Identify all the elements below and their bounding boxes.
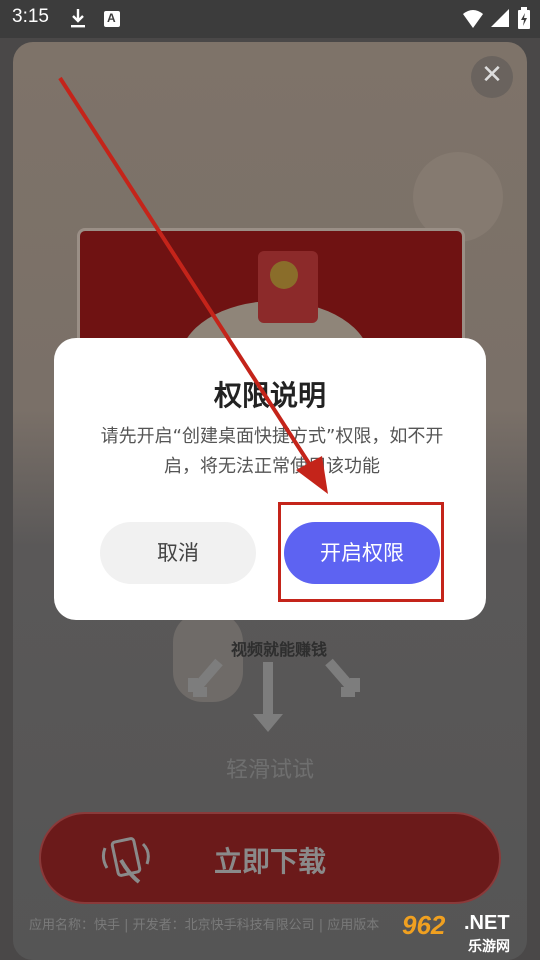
status-bar: 3:15 A [0,0,540,38]
site-watermark: 962 .NET 乐游网 [398,908,538,958]
download-now-label: 立即下载 [213,845,326,878]
watermark-suffix: .NET [464,912,510,934]
annotation-highlight-box [278,502,444,602]
watermark-site: 乐游网 [468,939,510,955]
cancel-button[interactable]: 取消 [100,522,256,584]
dialog-title: 权限说明 [213,379,326,412]
download-now-button[interactable]: 立即下载 [39,812,501,904]
wifi-icon [463,10,483,28]
status-time: 3:15 [12,6,49,27]
watermark-number: 962 [402,910,446,940]
download-icon [71,9,85,28]
battery-icon [518,7,530,29]
swipe-arrows-icon [188,658,360,732]
swipe-hint-text: 轻滑试试 [225,758,314,783]
close-icon: ✕ [481,60,503,90]
a-icon: A [104,11,120,27]
signal-icon [491,9,509,27]
close-button[interactable]: ✕ [471,56,513,98]
dialog-message: 请先开启“创建桌面快捷方式”权限，如不开启，将无法正常使用该功能 [100,426,444,477]
app-info-footer: 应用名称：快手 | 开发者：北京快手科技有限公司 | 应用版本 [29,918,380,933]
coin-icon [270,261,298,289]
